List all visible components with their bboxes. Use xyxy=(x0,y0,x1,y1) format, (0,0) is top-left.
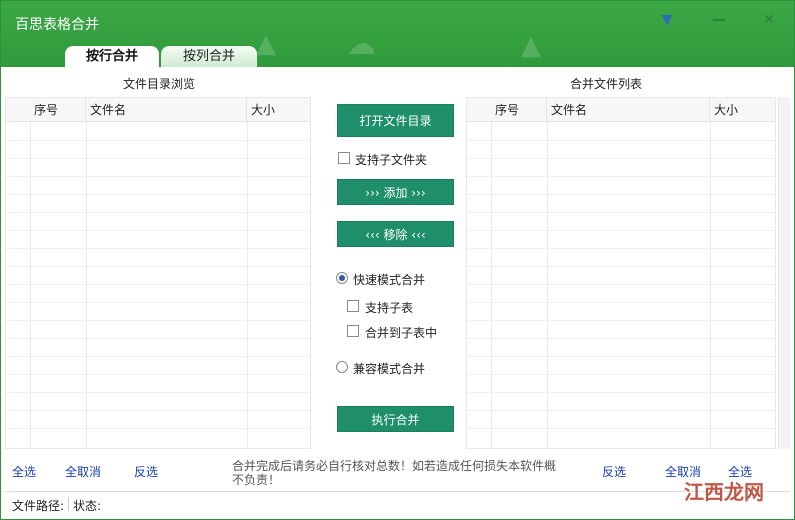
right-invert-selection-link[interactable]: 反选 xyxy=(602,463,626,480)
merge-to-sub-sheet-label[interactable]: 合并到子表中 xyxy=(365,324,437,341)
app-window: 百思表格合并 ▲ ☁ ▲ ▼ — ✕ 按行合并 按列合并 文件目录浏览 序号 文… xyxy=(0,0,795,520)
merge-list-title: 合并文件列表 xyxy=(570,77,643,91)
minimize-icon[interactable]: — xyxy=(706,9,732,31)
fast-mode-radio[interactable] xyxy=(336,272,348,284)
compat-mode-radio[interactable] xyxy=(336,361,348,373)
tab-merge-by-row[interactable]: 按行合并 xyxy=(65,46,159,67)
execute-merge-button[interactable]: 执行合并 xyxy=(337,406,454,432)
column-header-filename[interactable]: 文件名 xyxy=(547,98,710,122)
column-header-size[interactable]: 大小 xyxy=(247,98,310,122)
table-header: 序号 文件名 大小 xyxy=(467,98,775,122)
file-browser-table[interactable]: 序号 文件名 大小 xyxy=(5,97,311,449)
status-label: 状态: xyxy=(73,499,102,513)
window-title: 百思表格合并 xyxy=(15,17,99,33)
left-cancel-all-link[interactable]: 全取消 xyxy=(65,463,101,480)
title-bar: 百思表格合并 ▲ ☁ ▲ ▼ — ✕ 按行合并 按列合并 xyxy=(1,1,794,67)
site-watermark: 江西龙网 xyxy=(684,480,764,504)
fast-mode-label[interactable]: 快速模式合并 xyxy=(353,271,425,288)
left-invert-selection-link[interactable]: 反选 xyxy=(134,463,158,480)
cloud-decoration-icon: ☁ xyxy=(346,27,376,62)
vertical-scrollbar[interactable] xyxy=(778,97,790,449)
open-directory-button[interactable]: 打开文件目录 xyxy=(337,104,454,137)
merge-list-table[interactable]: 序号 文件名 大小 xyxy=(466,97,776,449)
disclaimer-notice: 合并完成后请务必自行核对总数！如若造成任何损失本软件概不负责！ xyxy=(232,459,557,487)
table-header: 序号 文件名 大小 xyxy=(6,98,310,122)
file-path-label: 文件路径: xyxy=(12,499,65,513)
close-icon[interactable]: ✕ xyxy=(756,9,782,31)
column-header-index[interactable]: 序号 xyxy=(491,98,547,122)
support-sub-sheet-label[interactable]: 支持子表 xyxy=(365,299,413,316)
remove-button[interactable]: ‹‹‹ 移除 ‹‹‹ xyxy=(337,221,454,247)
left-select-all-link[interactable]: 全选 xyxy=(12,463,36,480)
support-sub-sheet-checkbox[interactable] xyxy=(347,300,359,312)
dropdown-menu-icon[interactable]: ▼ xyxy=(654,9,680,31)
compat-mode-label[interactable]: 兼容模式合并 xyxy=(353,360,425,377)
merge-to-sub-sheet-checkbox[interactable] xyxy=(347,325,359,337)
tab-merge-by-column[interactable]: 按列合并 xyxy=(161,46,257,67)
file-browser-title: 文件目录浏览 xyxy=(123,77,196,91)
tree-decoration-icon: ▲ xyxy=(256,29,276,59)
status-bar: 文件路径: 状态: xyxy=(5,491,790,515)
include-subfolders-label[interactable]: 支持子文件夹 xyxy=(355,151,427,168)
column-header-size[interactable]: 大小 xyxy=(710,98,775,122)
column-header-index[interactable]: 序号 xyxy=(30,98,86,122)
column-header-filename[interactable]: 文件名 xyxy=(86,98,247,122)
add-button[interactable]: ››› 添加 ››› xyxy=(337,179,454,205)
tree-decoration-icon: ▲ xyxy=(521,31,541,61)
include-subfolders-checkbox[interactable] xyxy=(338,152,350,164)
